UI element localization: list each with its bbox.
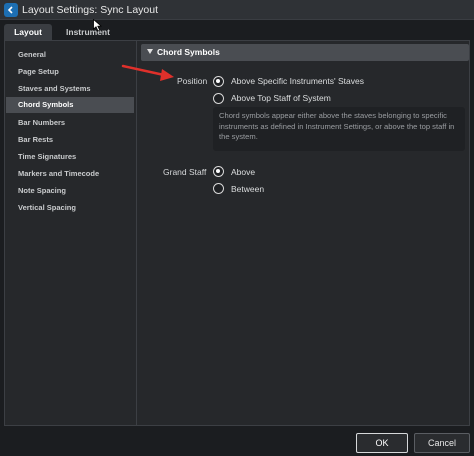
- sidebar-item-bar-numbers[interactable]: Bar Numbers: [6, 115, 134, 131]
- grand-staff-option-between-label[interactable]: Between: [231, 184, 264, 194]
- position-radio-above-top-staff[interactable]: [213, 93, 224, 104]
- sidebar-item-chord-symbols[interactable]: Chord Symbols: [6, 97, 134, 113]
- sidebar-item-general[interactable]: General: [6, 47, 134, 63]
- position-description: Chord symbols appear either above the st…: [213, 107, 465, 151]
- grand-staff-radio-above[interactable]: [213, 166, 224, 177]
- tab-instrument[interactable]: Instrument: [60, 24, 116, 40]
- cancel-button[interactable]: Cancel: [414, 433, 470, 453]
- title-bar: Layout Settings: Sync Layout: [0, 0, 474, 20]
- mouse-cursor-icon: [93, 19, 102, 32]
- ok-button[interactable]: OK: [356, 433, 408, 453]
- section-header-chord-symbols[interactable]: Chord Symbols: [141, 44, 469, 61]
- sidebar-item-note-spacing[interactable]: Note Spacing: [6, 183, 134, 199]
- position-option-above-specific-label[interactable]: Above Specific Instruments' Staves: [231, 76, 364, 86]
- sidebar: General Page Setup Staves and Systems Ch…: [5, 41, 137, 425]
- grand-staff-option-above-label[interactable]: Above: [231, 167, 255, 177]
- sidebar-item-page-setup[interactable]: Page Setup: [6, 64, 134, 80]
- sidebar-item-staves-and-systems[interactable]: Staves and Systems: [6, 81, 134, 97]
- tab-layout[interactable]: Layout: [4, 24, 52, 40]
- position-radio-above-specific[interactable]: [213, 76, 224, 87]
- window-title: Layout Settings: Sync Layout: [22, 4, 159, 16]
- settings-panel: General Page Setup Staves and Systems Ch…: [4, 40, 470, 426]
- app-icon: [4, 3, 18, 17]
- sidebar-item-markers-and-timecode[interactable]: Markers and Timecode: [6, 166, 134, 182]
- annotation-arrow-icon: [121, 64, 174, 81]
- grand-staff-radio-between[interactable]: [213, 183, 224, 194]
- collapse-caret-icon: [147, 49, 153, 54]
- grand-staff-label: Grand Staff: [163, 167, 207, 177]
- position-label: Position: [177, 76, 208, 86]
- section-title: Chord Symbols: [157, 47, 220, 57]
- position-option-above-top-staff-label[interactable]: Above Top Staff of System: [231, 93, 331, 103]
- sidebar-item-vertical-spacing[interactable]: Vertical Spacing: [6, 200, 134, 216]
- tab-bar: Layout Instrument: [4, 24, 470, 40]
- sidebar-item-bar-rests[interactable]: Bar Rests: [6, 132, 134, 148]
- sidebar-item-time-signatures[interactable]: Time Signatures: [6, 149, 134, 165]
- content-area: Chord Symbols Position Above Specific In…: [141, 41, 469, 425]
